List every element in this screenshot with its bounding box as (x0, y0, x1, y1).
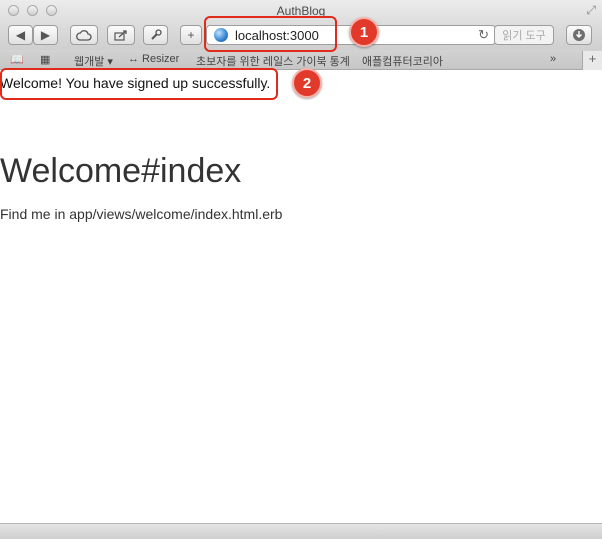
forward-button[interactable]: ▶ (33, 25, 58, 45)
forward-arrow-icon: ▶ (40, 28, 51, 42)
back-arrow-icon: ◀ (15, 28, 26, 42)
annotation-badge-2: 2 (292, 68, 322, 98)
new-tab-button[interactable]: + (582, 51, 602, 70)
annotation-box-notice (0, 68, 278, 100)
icloud-tabs-button[interactable] (70, 25, 98, 45)
top-sites-grid-icon[interactable]: ▦ (40, 53, 50, 66)
back-button[interactable]: ◀ (8, 25, 33, 45)
bookmark-resizer[interactable]: ↔ Resizer (128, 53, 179, 65)
bookmarks-bar: 📖 ▦ 웹개발 ▾ ↔ Resizer 초보자를 위한 레일스 가이북 통계 애… (0, 50, 602, 70)
bookmarks-book-icon[interactable]: 📖 (10, 53, 24, 66)
cloud-icon (76, 29, 92, 41)
new-tab-plus-button[interactable]: + (180, 25, 202, 45)
fullscreen-icon[interactable]: ⤢ (586, 3, 596, 18)
status-bar (0, 523, 602, 539)
download-icon (573, 29, 585, 41)
downloads-button[interactable] (566, 25, 592, 45)
reload-icon[interactable]: ↻ (478, 27, 489, 43)
tools-button[interactable] (143, 25, 168, 45)
wrench-icon (150, 29, 162, 40)
annotation-badge-1: 1 (349, 17, 379, 47)
plus-icon: + (187, 28, 195, 42)
page-paragraph: Find me in app/views/welcome/index.html.… (0, 206, 283, 222)
share-button[interactable] (107, 25, 135, 45)
bookmarks-overflow-icon[interactable]: » (550, 53, 556, 65)
bookmark-webdev[interactable]: 웹개발 ▾ (74, 53, 113, 69)
bookmark-rails-guide[interactable]: 초보자를 위한 레일스 가이북 통계 (196, 53, 350, 69)
share-icon (114, 30, 127, 41)
annotation-box-url (204, 16, 337, 52)
bookmark-apple-korea[interactable]: 애플컴퓨터코리아 (362, 53, 443, 69)
reader-button[interactable]: 읽기 도구 (494, 25, 554, 45)
page-heading: Welcome#index (0, 152, 242, 190)
